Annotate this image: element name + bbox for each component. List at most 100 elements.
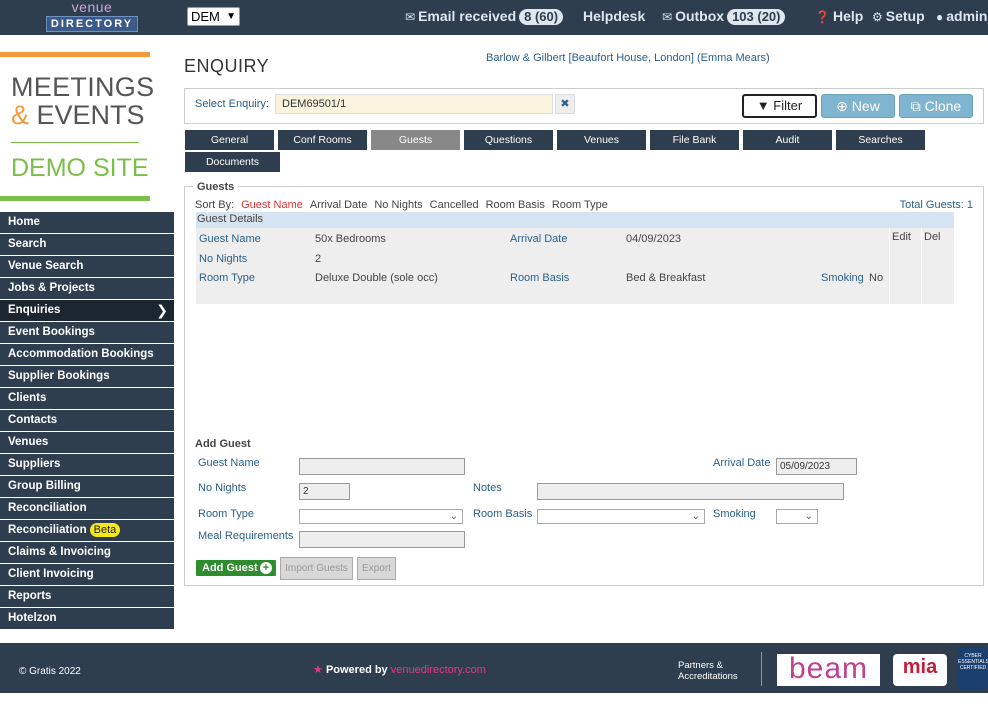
green-divider <box>0 196 150 201</box>
room-basis-label: Room Basis <box>510 272 570 284</box>
sidebar-item-reconciliation[interactable]: Reconciliation <box>0 498 174 520</box>
close-icon: ✖ <box>560 98 570 110</box>
arrival-date-input[interactable]: 05/09/2023 <box>776 458 857 475</box>
sidebar-item-suppliers[interactable]: Suppliers <box>0 454 174 476</box>
room-basis-select[interactable]: ⌄ <box>537 509 705 524</box>
tab-file-bank[interactable]: File Bank <box>650 130 739 150</box>
brand-line2-text: EVENTS <box>36 100 145 130</box>
cyber-essentials-logo[interactable]: CYBER ESSENTIALS CERTIFIED <box>958 647 988 689</box>
sort-by-label: Sort By: <box>195 199 235 211</box>
sidebar-item-search[interactable]: Search <box>0 234 174 256</box>
sort-arrival-date[interactable]: Arrival Date <box>310 199 367 211</box>
sidebar-item-venues[interactable]: Venues <box>0 432 174 454</box>
gear-icon: ⚙ <box>872 10 883 24</box>
admin-link[interactable]: ● admin <box>936 8 987 24</box>
venue-directory-logo[interactable]: venue DIRECTORY <box>46 0 138 33</box>
beam-logo[interactable]: beam <box>777 654 880 686</box>
no-nights-input[interactable]: 2 <box>299 483 350 500</box>
notes-input[interactable] <box>537 483 844 500</box>
partners-line1: Partners & <box>678 660 723 671</box>
no-nights-value: 2 <box>315 253 322 265</box>
brand-rule <box>11 142 139 143</box>
powered-by[interactable]: ★ Powered by venuedirectory.com <box>313 663 486 676</box>
outbox-link[interactable]: ✉ Outbox 103 (20) <box>662 8 786 25</box>
tab-questions[interactable]: Questions <box>464 130 553 150</box>
add-guest-button[interactable]: Add Guest + <box>196 560 276 576</box>
sidebar-item-reports[interactable]: Reports <box>0 586 174 608</box>
site-select[interactable]: DEM ▼ <box>187 7 240 26</box>
client-link[interactable]: Barlow & Gilbert [Beaufort House, London… <box>486 52 770 64</box>
sidebar-item-contacts[interactable]: Contacts <box>0 410 174 432</box>
room-type-select[interactable]: ⌄ <box>299 509 463 524</box>
sidebar-item-claims-invoicing[interactable]: Claims & Invoicing <box>0 542 174 564</box>
clone-button[interactable]: ⧉ Clone <box>899 94 973 118</box>
sidebar-item-reconciliation-beta[interactable]: Reconciliation Beta <box>0 520 174 542</box>
sidebar-item-clients[interactable]: Clients <box>0 388 174 410</box>
guest-details-header: Guest Details <box>196 212 954 228</box>
notes-label: Notes <box>473 482 502 494</box>
add-arrival-date-label: Arrival Date <box>713 457 771 469</box>
sidebar-item-accommodation-bookings[interactable]: Accommodation Bookings <box>0 344 174 366</box>
import-guests-button[interactable]: Import Guests <box>280 557 353 580</box>
guest-name-label: Guest Name <box>199 233 261 245</box>
mia-logo[interactable]: mia <box>893 654 947 686</box>
tab-guests[interactable]: Guests <box>371 130 460 150</box>
sidebar-item-supplier-bookings[interactable]: Supplier Bookings <box>0 366 174 388</box>
tab-general[interactable]: General <box>185 130 274 150</box>
sort-room-type[interactable]: Room Type <box>552 199 608 211</box>
outbox-label: Outbox <box>675 8 725 24</box>
tab-conf-rooms[interactable]: Conf Rooms <box>278 130 367 150</box>
tab-searches[interactable]: Searches <box>836 130 925 150</box>
brand-line1: MEETINGS <box>11 72 155 102</box>
guest-name-input[interactable] <box>299 458 465 475</box>
tab-venues[interactable]: Venues <box>557 130 646 150</box>
smoking-select[interactable]: ⌄ <box>776 509 818 524</box>
partners-line2: Accreditations <box>678 671 738 682</box>
help-label: Help <box>832 8 864 24</box>
sidebar-item-hotelzon[interactable]: Hotelzon <box>0 608 174 630</box>
top-bar: venue DIRECTORY DEM ▼ ✉ Email received 8 (… <box>0 0 988 35</box>
add-guest-name-label: Guest Name <box>198 457 260 469</box>
user-icon: ● <box>936 10 944 24</box>
sidebar-item-group-billing[interactable]: Group Billing <box>0 476 174 498</box>
add-guest-label: Add Guest <box>202 562 258 574</box>
clear-enquiry-button[interactable]: ✖ <box>555 94 575 114</box>
email-received-link[interactable]: ✉ Email received 8 (60) <box>405 8 564 25</box>
tab-audit[interactable]: Audit <box>743 130 832 150</box>
add-no-nights-label: No Nights <box>198 482 247 494</box>
chevron-right-icon: ❯ <box>156 302 168 318</box>
chevron-down-icon: ⌄ <box>449 511 458 522</box>
export-button[interactable]: Export <box>357 557 396 580</box>
sidebar-item-enquiries[interactable]: Enquiries ❯ <box>0 300 174 322</box>
select-enquiry-label: Select Enquiry: <box>195 98 269 110</box>
tab-documents[interactable]: Documents <box>185 152 280 172</box>
sidebar-item-jobs-projects[interactable]: Jobs & Projects <box>0 278 174 300</box>
arrival-date-value: 04/09/2023 <box>626 233 682 245</box>
smoking-label: Smoking <box>821 272 864 284</box>
filter-label: Filter <box>773 98 803 113</box>
footer: © Gratis 2022 ★ Powered by venuedirector… <box>0 643 988 693</box>
add-smoking-label: Smoking <box>713 508 756 520</box>
logo-line2: DIRECTORY <box>46 16 138 32</box>
helpdesk-link[interactable]: Helpdesk <box>583 8 645 24</box>
sort-guest-name[interactable]: Guest Name <box>241 199 303 211</box>
chevron-down-icon: ▼ <box>226 11 236 22</box>
sidebar-item-client-invoicing[interactable]: Client Invoicing <box>0 564 174 586</box>
select-enquiry-input[interactable]: DEM69501/1 <box>275 94 553 114</box>
new-button[interactable]: ⊕ New <box>821 94 895 118</box>
sort-room-basis[interactable]: Room Basis <box>486 199 545 211</box>
sort-cancelled[interactable]: Cancelled <box>430 199 479 211</box>
sidebar-item-venue-search[interactable]: Venue Search <box>0 256 174 278</box>
setup-link[interactable]: ⚙ Setup <box>872 8 925 24</box>
sidebar-item-event-bookings[interactable]: Event Bookings <box>0 322 174 344</box>
edit-guest-link[interactable]: Edit <box>890 228 921 304</box>
filter-button[interactable]: ▼ Filter <box>742 94 817 118</box>
meal-requirements-label: Meal Requirements <box>198 530 294 542</box>
meal-requirements-input[interactable] <box>299 531 465 548</box>
delete-guest-link[interactable]: Del <box>922 228 954 304</box>
help-link[interactable]: ❓ Help <box>815 8 863 24</box>
brand-amp: & <box>11 100 30 130</box>
sidebar-item-home[interactable]: Home <box>0 212 174 234</box>
select-enquiry-bar: Select Enquiry: DEM69501/1 ✖ ▼ Filter ⊕ … <box>184 88 984 124</box>
sort-no-nights[interactable]: No Nights <box>374 199 422 211</box>
